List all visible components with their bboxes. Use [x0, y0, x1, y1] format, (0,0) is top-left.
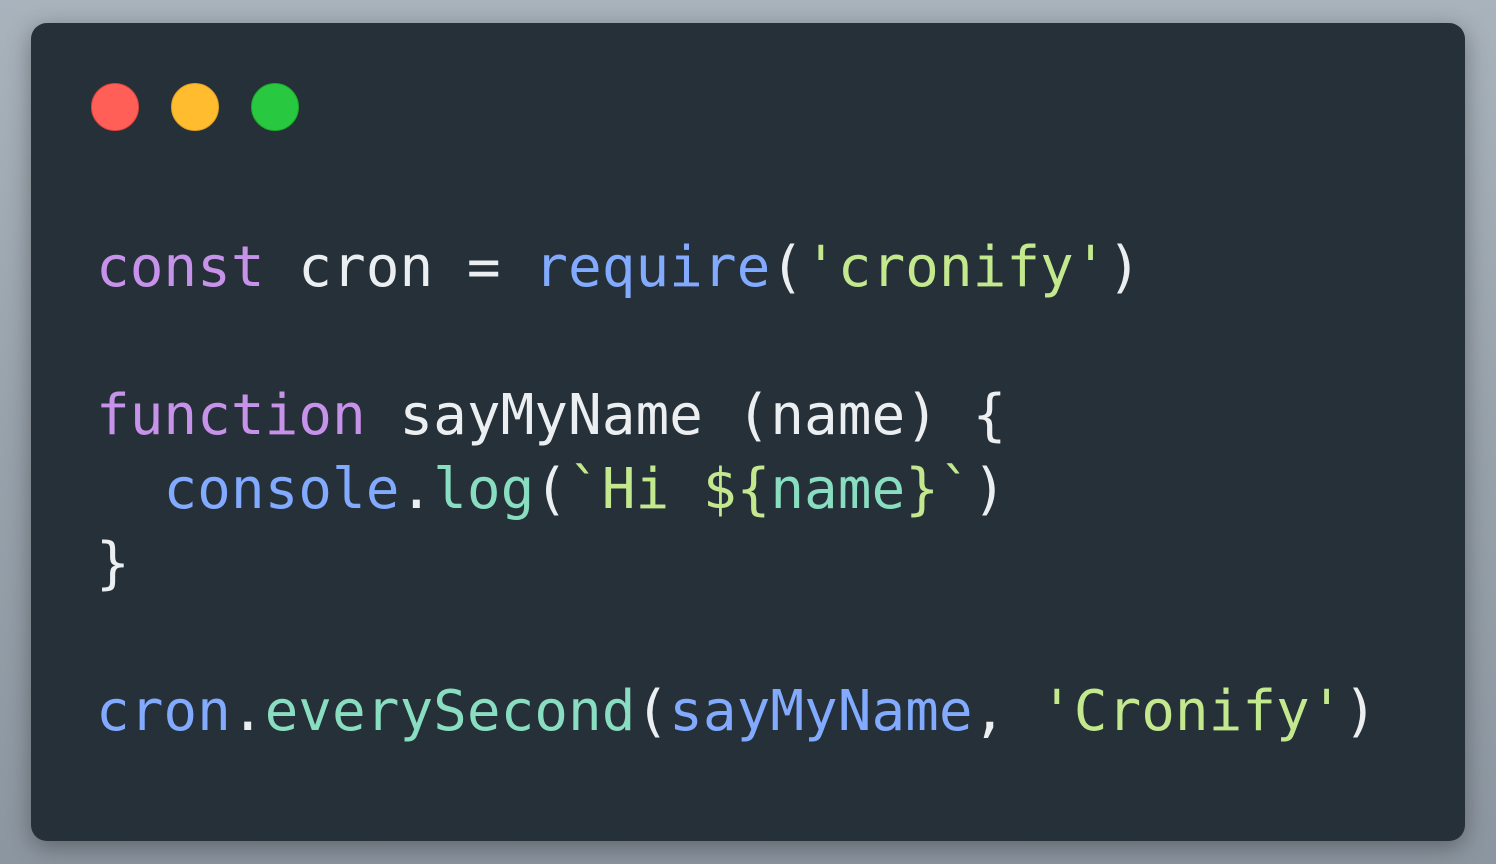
code-token: cron =	[264, 235, 535, 300]
minimize-window-button[interactable]	[171, 83, 219, 131]
code-token: everySecond	[264, 679, 636, 744]
code-token: sayMyName (name) {	[365, 383, 1007, 448]
code-token: (	[770, 235, 805, 300]
code-line-4: console.log(`Hi ${name}`)	[96, 453, 1377, 527]
code-token: .	[399, 457, 434, 522]
code-token: name	[770, 457, 906, 522]
code-token: function	[96, 383, 366, 448]
code-block: const cron = require('cronify') function …	[96, 231, 1377, 749]
code-token: (	[534, 457, 569, 522]
code-token: console	[163, 457, 400, 522]
code-token: require	[534, 235, 771, 300]
code-token: )	[1343, 679, 1378, 744]
maximize-window-button[interactable]	[251, 83, 299, 131]
code-line-3: function sayMyName (name) {	[96, 379, 1377, 453]
code-token: const	[96, 235, 265, 300]
code-token: (	[635, 679, 670, 744]
code-token: 'cronify'	[804, 235, 1108, 300]
code-token: log	[433, 457, 535, 522]
code-token: sayMyName	[669, 679, 973, 744]
code-line-7: cron.everySecond(sayMyName, 'Cronify')	[96, 675, 1377, 749]
code-window: const cron = require('cronify') function …	[31, 23, 1465, 841]
code-token: )	[972, 457, 1007, 522]
close-window-button[interactable]	[91, 83, 139, 131]
code-token: }	[96, 531, 130, 596]
code-token: `Hi ${	[568, 457, 771, 522]
code-token: ,	[972, 679, 1041, 744]
code-token: 'Cronify'	[1040, 679, 1344, 744]
code-token: }`	[905, 457, 973, 522]
code-token: cron	[96, 679, 231, 744]
code-line-1: const cron = require('cronify')	[96, 231, 1377, 305]
code-token: .	[230, 679, 265, 744]
code-token: )	[1107, 235, 1142, 300]
code-line-5: }	[96, 527, 1377, 601]
